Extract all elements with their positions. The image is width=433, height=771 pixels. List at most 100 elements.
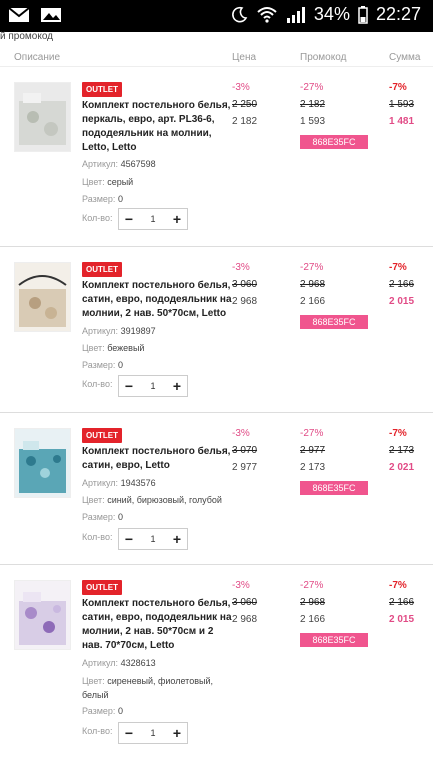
- cart-item: OUTLET Комплект постельного белья, перка…: [0, 66, 433, 246]
- plus-button[interactable]: +: [167, 723, 187, 743]
- cart-item: OUTLET Комплект постельного белья, сатин…: [0, 412, 433, 565]
- promo-old: 2 968: [300, 279, 326, 290]
- promo-discount: -27%: [300, 580, 324, 591]
- promo-code-badge: 868E35FC: [300, 481, 368, 495]
- header-sum: Сумма: [389, 52, 421, 63]
- table-header: Описание Цена Промокод Сумма: [0, 48, 433, 67]
- minus-button[interactable]: −: [119, 376, 139, 396]
- promo-discount: -27%: [300, 428, 324, 439]
- size-line: Размер: 0: [82, 512, 123, 522]
- minus-button[interactable]: −: [119, 209, 139, 229]
- price-discount: -3%: [232, 262, 250, 273]
- quantity-stepper: − 1 +: [118, 375, 188, 397]
- battery-percent: 34%: [313, 4, 350, 24]
- qty-label: Кол-во:: [82, 532, 113, 542]
- promo-new: 2 173: [300, 462, 326, 473]
- product-title[interactable]: Комплект постельного белья, сатин, евро,…: [82, 279, 232, 321]
- quantity-stepper: − 1 +: [118, 208, 188, 230]
- price-discount: -3%: [232, 428, 250, 439]
- sum-discount: -7%: [389, 580, 407, 591]
- price-new: 2 182: [232, 116, 258, 127]
- promo-old: 2 968: [300, 597, 326, 608]
- price-old: 3 060: [232, 279, 258, 290]
- outlet-badge: OUTLET: [82, 262, 122, 277]
- price-new: 2 968: [232, 614, 258, 625]
- sum-new: 1 481: [389, 116, 415, 127]
- moon-icon: [231, 6, 248, 22]
- price-new: 2 977: [232, 462, 258, 473]
- plus-button[interactable]: +: [167, 209, 187, 229]
- color-line: Цвет: синий, бирюзовый, голубой: [82, 495, 222, 505]
- promo-old: 2 977: [300, 445, 326, 456]
- sum-old: 2 173: [389, 445, 415, 456]
- promo-discount: -27%: [300, 262, 324, 273]
- product-image[interactable]: [14, 428, 71, 498]
- quantity-value[interactable]: 1: [139, 381, 167, 391]
- article-line: Артикул: 1943576: [82, 478, 156, 488]
- product-title[interactable]: Комплект постельного белья, сатин, евро,…: [82, 597, 232, 653]
- outlet-badge: OUTLET: [82, 580, 122, 595]
- quantity-stepper: − 1 +: [118, 528, 188, 550]
- price-old: 2 250: [232, 99, 258, 110]
- price-old: 3 070: [232, 445, 258, 456]
- price-discount: -3%: [232, 580, 250, 591]
- outlet-badge: OUTLET: [82, 82, 122, 97]
- promo-code-link[interactable]: й промокод: [0, 31, 53, 42]
- sum-old: 2 166: [389, 597, 415, 608]
- promo-code-badge: 868E35FC: [300, 135, 368, 149]
- header-description: Описание: [14, 52, 61, 63]
- quantity-value[interactable]: 1: [139, 214, 167, 224]
- minus-button[interactable]: −: [119, 723, 139, 743]
- sum-new: 2 015: [389, 614, 415, 625]
- qty-label: Кол-во:: [82, 726, 113, 736]
- promo-old: 2 182: [300, 99, 326, 110]
- gallery-icon: [41, 8, 61, 22]
- product-title[interactable]: Комплект постельного белья, перкаль, евр…: [82, 99, 232, 155]
- sum-discount: -7%: [389, 428, 407, 439]
- gmail-icon: [8, 7, 30, 22]
- promo-discount: -27%: [300, 82, 324, 93]
- product-image[interactable]: [14, 82, 71, 152]
- quantity-value[interactable]: 1: [139, 534, 167, 544]
- wifi-icon: [257, 6, 277, 23]
- color-line: Цвет: серый: [82, 177, 134, 187]
- status-bar: 34% 22:27: [0, 0, 433, 32]
- price-discount: -3%: [232, 82, 250, 93]
- product-title[interactable]: Комплект постельного белья, сатин, евро,…: [82, 445, 232, 473]
- product-image[interactable]: [14, 262, 71, 332]
- cart-item: OUTLET Комплект постельного белья, сатин…: [0, 564, 433, 771]
- promo-new: 2 166: [300, 296, 326, 307]
- promo-new: 1 593: [300, 116, 326, 127]
- size-line: Размер: 0: [82, 706, 123, 716]
- promo-new: 2 166: [300, 614, 326, 625]
- price-new: 2 968: [232, 296, 258, 307]
- sum-new: 2 021: [389, 462, 415, 473]
- sum-discount: -7%: [389, 82, 407, 93]
- signal-icon: [286, 6, 305, 23]
- plus-button[interactable]: +: [167, 529, 187, 549]
- article-line: Артикул: 4567598: [82, 159, 156, 169]
- quantity-value[interactable]: 1: [139, 728, 167, 738]
- cart-item: OUTLET Комплект постельного белья, сатин…: [0, 246, 433, 413]
- sum-new: 2 015: [389, 296, 415, 307]
- header-price: Цена: [232, 52, 257, 63]
- article-line: Артикул: 3919897: [82, 326, 156, 336]
- clock: 22:27: [375, 4, 421, 24]
- plus-button[interactable]: +: [167, 376, 187, 396]
- sum-old: 2 166: [389, 279, 415, 290]
- article-line: Артикул: 4328613: [82, 658, 156, 668]
- color-line: Цвет: сиреневый, фиолетовый, белый: [82, 676, 213, 700]
- battery-icon: [358, 5, 368, 24]
- sum-discount: -7%: [389, 262, 407, 273]
- header-promo: Промокод: [300, 52, 347, 63]
- qty-label: Кол-во:: [82, 213, 113, 223]
- promo-code-badge: 868E35FC: [300, 315, 368, 329]
- quantity-stepper: − 1 +: [118, 722, 188, 744]
- outlet-badge: OUTLET: [82, 428, 122, 443]
- sum-old: 1 593: [389, 99, 415, 110]
- size-line: Размер: 0: [82, 360, 123, 370]
- price-old: 3 060: [232, 597, 258, 608]
- size-line: Размер: 0: [82, 194, 123, 204]
- minus-button[interactable]: −: [119, 529, 139, 549]
- product-image[interactable]: [14, 580, 71, 650]
